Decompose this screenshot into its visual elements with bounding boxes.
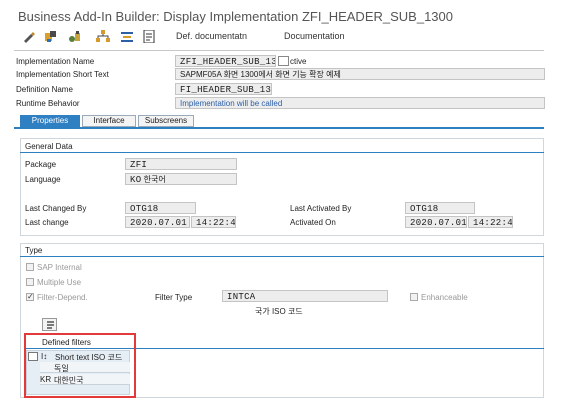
- filter-depend-checkbox[interactable]: ✓: [26, 293, 34, 301]
- activated-on-label: Activated On: [290, 218, 336, 227]
- toolbar-divider: [14, 50, 544, 51]
- last-change-date-field[interactable]: 2020.07.01: [125, 216, 190, 228]
- language-field[interactable]: KO 한국어: [125, 173, 237, 185]
- language-name: 한국어: [143, 175, 166, 184]
- change-icon[interactable]: [22, 30, 36, 43]
- documentation-button[interactable]: Documentation: [284, 31, 345, 41]
- object-icon[interactable]: [44, 30, 58, 43]
- language-code: KO: [130, 175, 142, 185]
- sap-internal-checkbox[interactable]: [26, 263, 34, 271]
- type-title: Type: [25, 246, 43, 255]
- document-icon[interactable]: [142, 30, 156, 43]
- sap-internal-label: SAP Internal: [37, 263, 82, 272]
- window-title: Business Add-In Builder: Display Impleme…: [18, 9, 453, 24]
- multiple-use-label: Multiple Use: [37, 278, 82, 287]
- enhanceable-label: Enhanceable: [421, 293, 468, 302]
- activated-on-date-field[interactable]: 2020.07.01: [405, 216, 467, 228]
- last-change-time-field[interactable]: 14:22:43: [191, 216, 236, 228]
- tab-interface[interactable]: Interface: [82, 115, 136, 127]
- tab-properties[interactable]: Properties: [20, 115, 80, 127]
- filter-depend-label: Filter-Depend.: [37, 293, 88, 302]
- runtime-behavior-label: Runtime Behavior: [16, 99, 80, 108]
- language-label: Language: [25, 175, 61, 184]
- highlight-box: [24, 333, 136, 398]
- tree-icon[interactable]: [68, 30, 82, 43]
- enhanceable-checkbox[interactable]: [410, 293, 418, 301]
- tab-subscreens[interactable]: Subscreens: [138, 115, 194, 127]
- list-icon: [47, 321, 54, 329]
- general-data-divider: [20, 152, 544, 153]
- filter-type-field[interactable]: INTCA: [222, 290, 388, 302]
- active-label: ctive: [290, 57, 307, 66]
- last-activated-by-field[interactable]: OTG18: [405, 202, 475, 214]
- short-text-label: Implementation Short Text: [16, 70, 109, 79]
- last-changed-by-field[interactable]: OTG18: [125, 202, 196, 214]
- last-change-label: Last change: [25, 218, 69, 227]
- runtime-behavior-field: Implementation will be called: [175, 97, 545, 109]
- definition-name-label: Definition Name: [16, 85, 73, 94]
- impl-name-label: Implementation Name: [16, 57, 95, 66]
- package-field[interactable]: ZFI: [125, 158, 237, 170]
- hierarchy-icon[interactable]: [96, 30, 110, 43]
- package-label: Package: [25, 160, 57, 169]
- impl-name-field[interactable]: ZFI_HEADER_SUB_1300: [175, 55, 276, 67]
- type-divider: [20, 256, 544, 257]
- filter-type-description: 국가 ISO 코드: [255, 307, 303, 316]
- def-documentation-button[interactable]: Def. documentatn: [176, 31, 247, 41]
- short-text-field[interactable]: SAPMF05A 화면 1300에서 화면 기능 확장 예제: [175, 68, 545, 80]
- equalizer-icon[interactable]: [120, 30, 134, 43]
- activated-on-time-field[interactable]: 14:22:43: [468, 216, 513, 228]
- general-data-title: General Data: [25, 142, 73, 151]
- last-activated-by-label: Last Activated By: [290, 204, 352, 213]
- multiple-use-checkbox[interactable]: [26, 278, 34, 286]
- status-icon: [278, 56, 289, 66]
- last-changed-by-label: Last Changed By: [25, 204, 87, 213]
- tab-underline: [14, 127, 544, 129]
- definition-name-field[interactable]: FI_HEADER_SUB_1300: [175, 83, 272, 95]
- filter-type-label: Filter Type: [155, 293, 193, 302]
- filter-values-button[interactable]: [42, 318, 57, 331]
